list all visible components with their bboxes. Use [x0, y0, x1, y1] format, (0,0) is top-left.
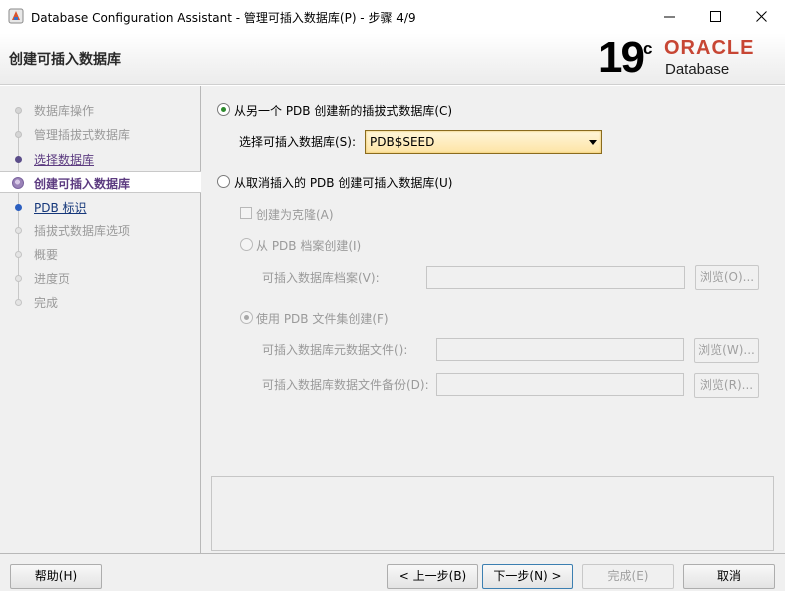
- datafile-backup-field[interactable]: [436, 373, 684, 396]
- step-summary: 概要: [0, 243, 201, 265]
- step-indicator-icon: [15, 204, 22, 211]
- minimize-button[interactable]: [647, 0, 693, 33]
- step-indicator-icon: [15, 251, 22, 258]
- from-file-set-label: 使用 PDB 文件集创建(F): [256, 312, 389, 326]
- step-label: 完成: [34, 296, 59, 310]
- logo-product: Database: [665, 61, 730, 78]
- step-label: 数据库操作: [34, 104, 95, 118]
- logo-version-suffix: c: [643, 39, 653, 58]
- from-archive-label: 从 PDB 档案创建(I): [256, 239, 362, 253]
- step-indicator-icon: [15, 131, 22, 138]
- create-as-clone-checkbox[interactable]: [240, 207, 252, 219]
- step-label: 管理插拔式数据库: [34, 128, 131, 142]
- step-pdb-identification[interactable]: PDB 标识: [0, 196, 201, 218]
- step-create-pdb: 创建可插入数据库: [0, 171, 201, 193]
- select-pdb-dropdown[interactable]: PDB$SEED: [365, 130, 602, 154]
- from-unplugged-label[interactable]: 从取消插入的 PDB 创建可插入数据库(U): [234, 174, 453, 191]
- message-area: [211, 476, 774, 551]
- browse-metadata-button[interactable]: 浏览(W)...: [694, 338, 759, 363]
- logo-version: 19: [598, 33, 645, 82]
- browse-datafile-button[interactable]: 浏览(R)...: [694, 373, 759, 398]
- step-indicator-icon: [15, 299, 22, 306]
- step-label: 创建可插入数据库: [34, 177, 131, 191]
- select-pdb-value: PDB$SEED: [370, 135, 435, 149]
- cancel-button[interactable]: 取消: [683, 564, 775, 589]
- step-label: 插拔式数据库选项: [34, 224, 131, 238]
- page-header: 创建可插入数据库 19 c ORACLE Database: [0, 33, 785, 85]
- from-unplugged-radio[interactable]: [217, 175, 230, 188]
- step-indicator-icon: [15, 156, 22, 163]
- pdb-archive-label: 可插入数据库档案(V):: [262, 271, 380, 285]
- minimize-icon: [664, 16, 675, 18]
- wizard-footer: 帮助(H) < 上一步(B) 下一步(N) > 完成(E) 取消: [0, 553, 785, 591]
- maximize-icon: [710, 11, 721, 22]
- finish-button[interactable]: 完成(E): [582, 564, 674, 589]
- window-titlebar: Database Configuration Assistant - 管理可插入…: [0, 0, 785, 33]
- step-finish: 完成: [0, 291, 201, 313]
- maximize-button[interactable]: [693, 0, 739, 33]
- step-manage-pdb: 管理插拔式数据库: [0, 123, 201, 145]
- from-pdb-label[interactable]: 从另一个 PDB 创建新的插拔式数据库(C): [234, 102, 452, 119]
- page-title: 创建可插入数据库: [9, 52, 121, 68]
- step-label: 进度页: [34, 272, 71, 286]
- step-progress: 进度页: [0, 267, 201, 289]
- step-select-database[interactable]: 选择数据库: [0, 148, 201, 170]
- dbca-app-icon: [8, 8, 24, 24]
- step-pdb-options: 插拔式数据库选项: [0, 219, 201, 241]
- step-label[interactable]: 选择数据库: [34, 151, 94, 168]
- from-pdb-radio[interactable]: [217, 103, 230, 116]
- next-button[interactable]: 下一步(N) >: [482, 564, 573, 589]
- step-indicator-icon: [15, 227, 22, 234]
- main-content: 从另一个 PDB 创建新的插拔式数据库(C) 选择可插入数据库(S): PDB$…: [202, 86, 785, 553]
- datafile-backup-label: 可插入数据库数据文件备份(D):: [262, 378, 429, 392]
- step-indicator-icon: [15, 275, 22, 282]
- metadata-file-label: 可插入数据库元数据文件():: [262, 343, 408, 357]
- step-indicator-icon: [15, 107, 22, 114]
- browse-archive-button[interactable]: 浏览(O)...: [695, 265, 759, 290]
- pdb-archive-field[interactable]: [426, 266, 685, 289]
- from-file-set-radio[interactable]: [240, 311, 253, 324]
- step-label[interactable]: PDB 标识: [34, 199, 87, 216]
- close-button[interactable]: [739, 0, 785, 33]
- dropdown-arrow-icon: [589, 140, 597, 145]
- metadata-file-field[interactable]: [436, 338, 684, 361]
- help-button[interactable]: 帮助(H): [10, 564, 102, 589]
- back-button[interactable]: < 上一步(B): [387, 564, 478, 589]
- steps-panel: 数据库操作 管理插拔式数据库 选择数据库 创建可插入数据库 PDB 标识 插拔式…: [0, 86, 201, 553]
- select-pdb-label: 选择可插入数据库(S):: [239, 135, 357, 149]
- window-title: Database Configuration Assistant - 管理可插入…: [31, 11, 416, 25]
- close-icon: [756, 11, 767, 22]
- current-step-icon: [12, 177, 24, 189]
- create-as-clone-label: 创建为克隆(A): [256, 208, 334, 222]
- step-database-operation: 数据库操作: [0, 99, 201, 121]
- logo-brand: ORACLE: [664, 37, 755, 59]
- from-archive-radio[interactable]: [240, 238, 253, 251]
- step-label: 概要: [34, 248, 59, 262]
